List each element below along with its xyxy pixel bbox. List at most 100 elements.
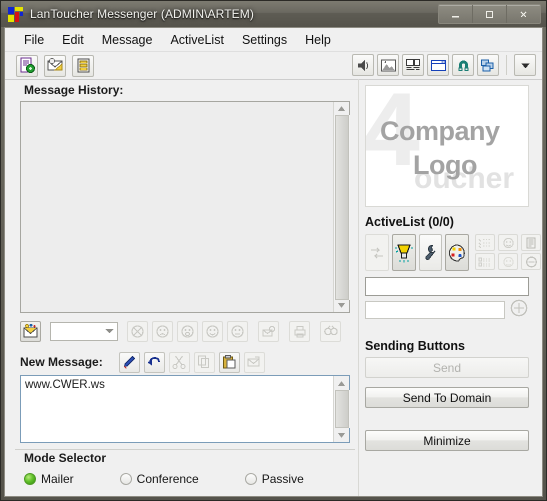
main-content: Message History: New Message: www.CWER.w… — [5, 79, 542, 496]
scroll-down-arrow[interactable] — [334, 300, 350, 313]
save-history-icon[interactable] — [258, 320, 279, 342]
company-logo: 4 oucher Company Logo — [365, 85, 529, 207]
new-message-header: New Message: — [20, 351, 352, 373]
menu-item-settings[interactable]: Settings — [233, 31, 296, 49]
radio-conference[interactable]: Conference — [119, 472, 199, 486]
emoticon-sad-icon[interactable] — [152, 320, 173, 342]
menu-item-file[interactable]: File — [15, 31, 53, 49]
magnet-icon[interactable] — [452, 54, 474, 76]
activelist-buttons — [365, 234, 541, 274]
toolbar-right-group — [352, 54, 536, 76]
send-file-icon[interactable] — [243, 351, 265, 373]
plus-circle-icon[interactable] — [508, 297, 530, 319]
sound-icon[interactable] — [352, 54, 374, 76]
menu-item-activelist[interactable]: ActiveList — [161, 31, 233, 49]
open-message-icon[interactable] — [44, 54, 66, 77]
activelist-search-input[interactable] — [365, 277, 529, 296]
new-message-scroll-up-arrow[interactable] — [334, 376, 350, 390]
close-window-button[interactable] — [507, 5, 540, 23]
logo-line1: Company — [380, 116, 500, 146]
application-window: LanToucher Messenger (ADMIN\ARTEM) File … — [0, 0, 547, 501]
new-message-scrollbar[interactable] — [333, 376, 350, 442]
emoticon-neutral-icon[interactable] — [227, 320, 248, 342]
toolbar — [5, 52, 542, 80]
radio-conference-dot[interactable] — [119, 473, 132, 485]
print-icon[interactable] — [289, 320, 310, 342]
palette-icon[interactable] — [445, 234, 469, 271]
radio-conference-label: Conference — [136, 472, 199, 486]
scroll-up-arrow[interactable] — [334, 102, 350, 115]
radio-mailer-label: Mailer — [41, 472, 74, 486]
dropdown-arrow-icon[interactable] — [514, 54, 536, 76]
left-pane: Message History: New Message: www.CWER.w… — [5, 79, 357, 496]
list-check-icon[interactable] — [475, 234, 495, 251]
image-icon[interactable] — [377, 54, 399, 76]
emoticon-smile-icon[interactable] — [202, 320, 223, 342]
scrollbar-track[interactable] — [333, 114, 350, 300]
new-message-scrollbar-thumb[interactable] — [334, 390, 349, 428]
minimize-button[interactable]: Minimize — [365, 430, 529, 451]
toolbar-separator — [506, 55, 507, 75]
logo-line2: Logo — [413, 150, 477, 180]
windows-cascade-icon[interactable] — [477, 54, 499, 76]
maximize-window-button[interactable] — [473, 5, 507, 23]
list-item-icon[interactable] — [475, 253, 495, 270]
history-emoticon-icon[interactable] — [20, 320, 41, 342]
radio-mailer-dot[interactable] — [24, 473, 36, 485]
face-select-icon[interactable] — [498, 234, 518, 251]
minus-circle-icon[interactable] — [521, 253, 541, 270]
new-message-label: New Message: — [20, 355, 103, 369]
lantoucher-logo-icon — [8, 6, 23, 22]
new-message-box[interactable]: www.CWER.ws — [20, 375, 350, 443]
document-icon[interactable] — [521, 234, 541, 251]
face-deselect-icon[interactable] — [498, 253, 518, 270]
history-filter-combo[interactable] — [50, 321, 118, 341]
right-pane: 4 oucher Company Logo ActiveList (0/0) S… — [358, 79, 542, 496]
new-message-scroll-down-arrow[interactable] — [334, 428, 350, 442]
minimize-window-button[interactable] — [439, 5, 473, 23]
copy-icon[interactable] — [193, 351, 215, 373]
message-history-box[interactable] — [20, 101, 350, 313]
menu-bar: File Edit Message ActiveList Settings He… — [5, 28, 542, 52]
lamp-icon[interactable] — [391, 234, 416, 271]
window-controls — [438, 4, 541, 24]
pen-icon[interactable] — [118, 351, 140, 373]
window-title: LanToucher Messenger (ADMIN\ARTEM) — [30, 7, 254, 21]
radio-mailer[interactable]: Mailer — [24, 472, 74, 486]
menu-item-message[interactable]: Message — [93, 31, 162, 49]
activelist-label: ActiveList (0/0) — [365, 215, 454, 229]
activelist-grid-buttons — [475, 234, 541, 270]
emoticon-surprised-icon[interactable] — [177, 320, 198, 342]
refresh-icon[interactable] — [365, 234, 389, 271]
radio-passive-dot[interactable] — [244, 473, 257, 485]
menu-item-help[interactable]: Help — [296, 31, 340, 49]
toolbar-left-group — [5, 54, 94, 77]
cut-icon[interactable] — [168, 351, 190, 373]
radio-passive[interactable]: Passive — [244, 472, 304, 486]
wrench-icon[interactable] — [418, 234, 443, 271]
emoticon-cross-icon[interactable] — [127, 320, 148, 342]
new-message-scrollbar-track[interactable] — [333, 390, 350, 428]
new-message-icon[interactable] — [16, 54, 38, 77]
activelist-add-input[interactable] — [365, 301, 505, 319]
paste-icon[interactable] — [218, 351, 240, 373]
undo-icon[interactable] — [143, 351, 165, 373]
new-message-input[interactable]: www.CWER.ws — [21, 376, 333, 442]
menu-item-edit[interactable]: Edit — [53, 31, 93, 49]
message-history-label: Message History: — [24, 83, 124, 97]
mode-separator — [15, 449, 355, 450]
send-to-domain-button[interactable]: Send To Domain — [365, 387, 529, 408]
window-icon[interactable] — [427, 54, 449, 76]
client-area: File Edit Message ActiveList Settings He… — [4, 27, 543, 497]
title-bar: LanToucher Messenger (ADMIN\ARTEM) — [1, 1, 546, 27]
radio-passive-label: Passive — [261, 472, 304, 486]
message-history-toolbar — [20, 319, 352, 343]
monitor-icon[interactable] — [402, 54, 424, 76]
find-icon[interactable] — [320, 320, 341, 342]
chevron-down-icon[interactable] — [102, 328, 117, 334]
scrollbar-thumb[interactable] — [334, 114, 349, 300]
message-history-scrollbar[interactable] — [333, 102, 350, 313]
message-list-icon[interactable] — [72, 54, 94, 77]
message-history-content[interactable] — [21, 102, 333, 312]
send-button[interactable]: Send — [365, 357, 529, 378]
